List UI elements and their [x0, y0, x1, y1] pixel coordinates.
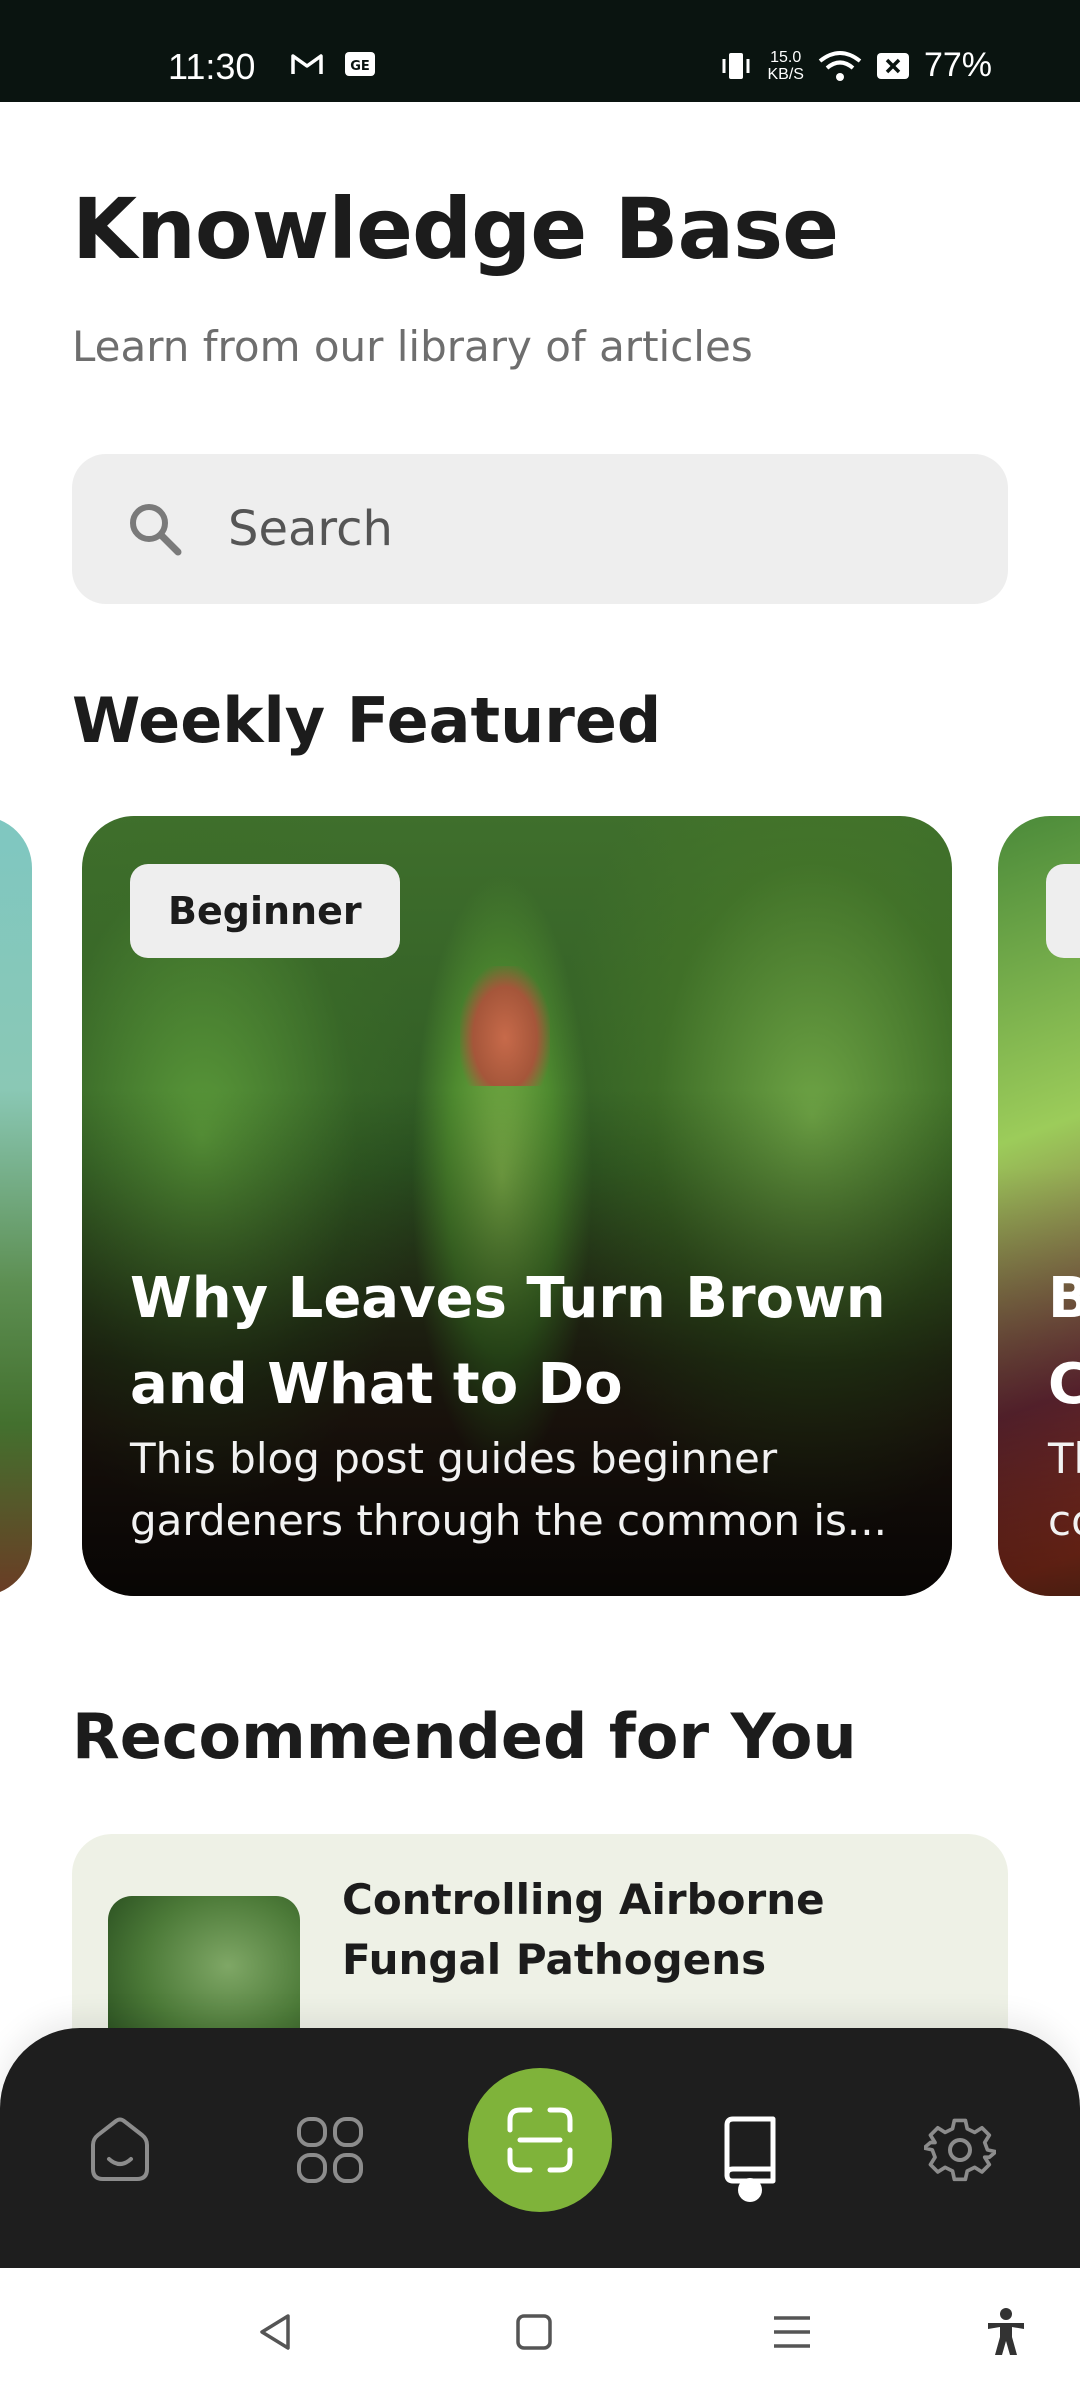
page-subtitle: Learn from our library of articles	[72, 322, 753, 371]
net-speed-unit: KB/S	[767, 65, 804, 83]
featured-card-description: This blog post guides beginner gardeners…	[130, 1434, 887, 1545]
gmail-icon	[291, 54, 323, 74]
sim-card-icon: GE	[345, 52, 375, 76]
scan-icon	[507, 2107, 573, 2173]
net-speed: 15.0 KB/S	[767, 49, 803, 83]
system-accessibility-button[interactable]	[976, 2302, 1036, 2362]
weekly-featured-title: Weekly Featured	[72, 684, 662, 757]
search-input[interactable]	[228, 454, 968, 604]
system-home-button[interactable]	[504, 2302, 564, 2362]
home-icon	[91, 2117, 149, 2181]
library-icon	[724, 2116, 776, 2184]
vibrate-icon	[722, 52, 750, 79]
featured-carousel[interactable]: Beginner Why Leaves Turn Brown and What …	[0, 816, 1080, 1596]
recents-icon	[774, 2316, 810, 2348]
battery-level: 77%	[923, 46, 992, 84]
next-card-title-line: B	[1048, 1266, 1080, 1331]
search-box[interactable]	[72, 454, 1008, 604]
svg-text:GE: GE	[350, 59, 370, 74]
net-speed-value: 15.0	[770, 48, 802, 66]
featured-card-next[interactable]: B C Th co	[998, 816, 1080, 1596]
nav-apps-button[interactable]	[280, 2100, 380, 2200]
wifi-icon	[818, 50, 862, 81]
recommended-item[interactable]: Controlling Airborne Fungal Pathogens	[72, 1834, 1008, 2054]
system-recents-button[interactable]	[762, 2302, 822, 2362]
no-sim-icon	[876, 52, 909, 79]
system-navigation-bar	[0, 2268, 1080, 2400]
active-tab-indicator	[738, 2178, 762, 2202]
system-back-button[interactable]	[246, 2302, 306, 2362]
settings-icon	[924, 2118, 996, 2182]
accessibility-icon	[988, 2308, 1024, 2355]
apps-icon	[297, 2117, 363, 2183]
nav-home-button[interactable]	[70, 2100, 170, 2200]
page-title: Knowledge Base	[72, 180, 839, 278]
status-left-icons: GE	[290, 50, 376, 78]
featured-card-previous[interactable]	[0, 816, 32, 1596]
back-icon	[260, 2314, 290, 2350]
difficulty-badge: Beginner	[130, 864, 400, 958]
bottom-nav	[0, 2028, 1080, 2268]
next-card-title-line: C	[1048, 1352, 1080, 1417]
next-card-description: Th co	[1048, 1428, 1080, 1552]
nav-settings-button[interactable]	[910, 2100, 1010, 2200]
recommended-item-title: Controlling Airborne Fungal Pathogens	[342, 1875, 825, 1984]
home-square-icon	[516, 2314, 552, 2350]
difficulty-badge	[1046, 864, 1080, 958]
next-card-description-line: co	[1048, 1496, 1080, 1545]
nav-scan-button[interactable]	[468, 2068, 612, 2212]
recommended-title: Recommended for You	[72, 1700, 857, 1773]
status-time: 11:30	[168, 46, 256, 87]
featured-card[interactable]: Beginner Why Leaves Turn Brown and What …	[82, 816, 952, 1596]
next-card-description-line: Th	[1048, 1434, 1080, 1483]
status-right: 15.0 KB/S 77%	[719, 46, 992, 85]
status-bar: 11:30 GE 15.0 KB/S 77%	[0, 0, 1080, 102]
featured-card-title: Why Leaves Turn Brown and What to Do	[130, 1266, 886, 1417]
next-card-title: B C	[1048, 1256, 1080, 1428]
search-icon	[130, 504, 182, 556]
